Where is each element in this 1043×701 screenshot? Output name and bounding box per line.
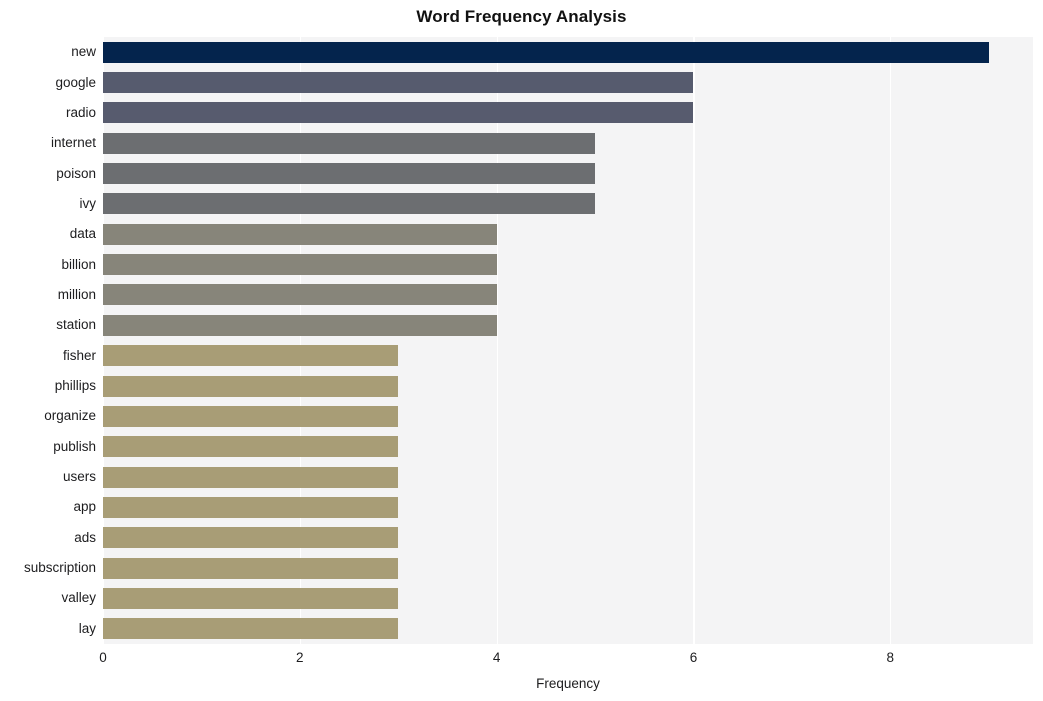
y-axis-tick-label: data xyxy=(69,226,96,242)
y-axis-tick-label: million xyxy=(57,286,96,302)
bar xyxy=(103,405,399,427)
plot-area xyxy=(103,37,1033,644)
bar xyxy=(103,284,497,306)
y-axis-tick-label: users xyxy=(62,469,96,485)
bar xyxy=(103,223,497,245)
y-axis-tick-label: radio xyxy=(65,104,96,120)
bar xyxy=(103,587,399,609)
bar xyxy=(103,527,399,549)
x-axis-tick-label: 0 xyxy=(99,650,107,665)
bar xyxy=(103,102,694,124)
chart-title: Word Frequency Analysis xyxy=(416,7,627,26)
bar xyxy=(103,466,399,488)
bar xyxy=(103,163,596,185)
y-axis-tick-labels: new google radio internet poison ivy data billi… xyxy=(0,37,96,644)
x-axis-tick-label: 8 xyxy=(886,650,895,665)
bar xyxy=(103,618,399,640)
chart-figure: Word Frequency Analysis new google radio in… xyxy=(0,0,1043,701)
y-axis-tick-label: internet xyxy=(50,135,96,151)
y-axis-tick-label: poison xyxy=(56,165,96,181)
bar xyxy=(103,496,399,518)
x-axis-tick-label: 2 xyxy=(296,650,304,665)
y-axis-tick-label: ads xyxy=(74,529,96,545)
bar xyxy=(103,132,596,154)
y-axis-tick-label: google xyxy=(55,74,96,90)
y-axis-tick-label: lay xyxy=(78,620,96,636)
bar xyxy=(103,375,399,397)
bar xyxy=(103,557,399,579)
y-axis-tick-label: organize xyxy=(44,408,96,424)
y-axis-tick-label: new xyxy=(71,44,96,60)
x-axis-tick-label: 6 xyxy=(689,650,698,665)
y-axis-tick-label: billion xyxy=(61,256,96,272)
x-axis-tick-labels: 0 2 4 6 8 xyxy=(0,650,1043,672)
bar xyxy=(103,41,989,63)
bar xyxy=(103,436,399,458)
y-axis-tick-label: subscription xyxy=(23,560,96,576)
y-axis-tick-label: app xyxy=(73,499,96,515)
bar xyxy=(103,72,694,94)
y-axis-tick-label: ivy xyxy=(79,195,97,211)
x-axis-tick-label: 4 xyxy=(492,650,501,665)
bars-layer xyxy=(103,37,1033,644)
x-axis-title: Frequency xyxy=(536,676,600,691)
bar xyxy=(103,193,596,215)
bar xyxy=(103,345,399,367)
bar xyxy=(103,314,497,336)
y-axis-tick-label: fisher xyxy=(62,347,96,363)
bar xyxy=(103,254,497,276)
y-axis-tick-label: station xyxy=(56,317,96,333)
y-axis-tick-label: publish xyxy=(53,438,96,454)
y-axis-tick-label: valley xyxy=(61,590,96,606)
y-axis-tick-label: phillips xyxy=(54,378,96,394)
